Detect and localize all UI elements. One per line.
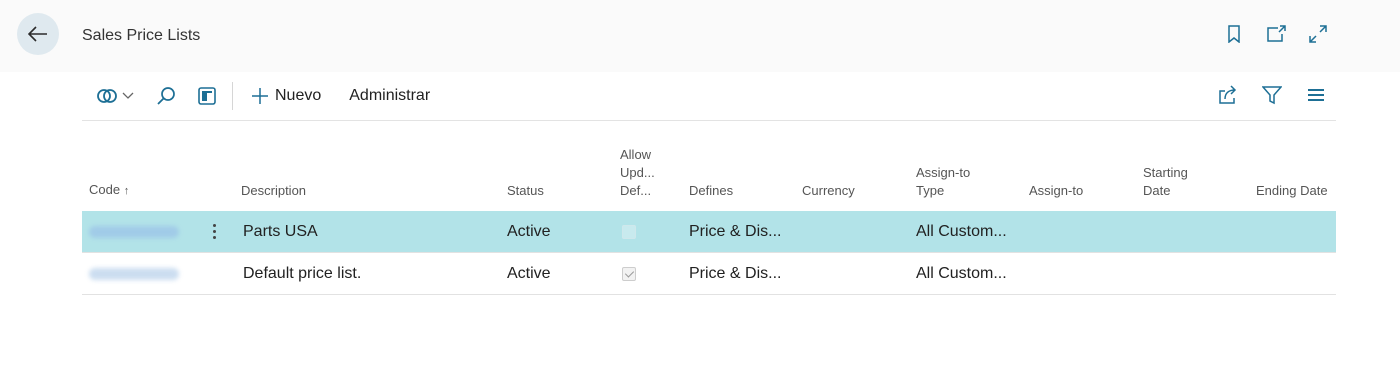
show-columns-button[interactable] — [1306, 85, 1326, 105]
more-options-icon — [209, 224, 219, 239]
copilot-menu-button[interactable] — [96, 87, 134, 105]
bookmark-button[interactable] — [1224, 24, 1244, 44]
open-new-window-icon — [1267, 25, 1286, 42]
column-header-assign-to-type[interactable]: Assign-to Type — [916, 164, 970, 200]
filter-icon — [1262, 86, 1282, 105]
description-cell[interactable]: Parts USA — [243, 211, 318, 252]
description-cell[interactable]: Default price list. — [243, 253, 361, 294]
manage-button-label: Administrar — [349, 87, 431, 104]
allow-update-checkbox[interactable] — [622, 211, 636, 252]
column-header-currency[interactable]: Currency — [802, 182, 855, 200]
redacted-code — [89, 225, 179, 238]
bookmark-icon — [1228, 25, 1240, 43]
sort-ascending-icon: ↑ — [123, 185, 130, 197]
back-arrow-icon — [28, 26, 47, 42]
new-button-label: Nuevo — [275, 87, 322, 104]
new-button[interactable]: Nuevo — [251, 87, 321, 105]
table-row[interactable]: Default price list. Active Price & Dis..… — [82, 253, 1336, 295]
search-icon — [157, 87, 175, 105]
assign-to-type-cell[interactable]: All Custom... — [916, 211, 1007, 252]
column-header-assign-to[interactable]: Assign-to — [1029, 182, 1083, 200]
open-new-window-button[interactable] — [1266, 24, 1286, 44]
grid-header: Code ↑ Description Status Allow Upd... D… — [82, 132, 1336, 211]
column-header-description[interactable]: Description — [241, 182, 306, 200]
back-button[interactable] — [17, 13, 59, 55]
assign-to-type-cell[interactable]: All Custom... — [916, 253, 1007, 294]
column-header-defines[interactable]: Defines — [689, 182, 733, 200]
search-button[interactable] — [156, 86, 176, 106]
filter-button[interactable] — [1262, 85, 1282, 105]
column-header-allow-update[interactable]: Allow Upd... Def... — [620, 146, 655, 200]
defines-cell[interactable]: Price & Dis... — [689, 211, 781, 252]
copilot-icon — [97, 89, 117, 103]
column-header-starting-date[interactable]: Starting Date — [1143, 164, 1188, 200]
list-view-icon — [198, 87, 216, 105]
price-list-grid: Code ↑ Description Status Allow Upd... D… — [82, 132, 1336, 295]
action-bar: Nuevo Administrar — [82, 72, 1336, 121]
page-title: Sales Price Lists — [82, 27, 201, 44]
expand-icon — [1309, 25, 1327, 43]
column-header-ending-date[interactable]: Ending Date — [1256, 182, 1328, 200]
page-header: Sales Price Lists — [0, 0, 1400, 72]
manage-menu-button[interactable]: Administrar — [349, 87, 430, 105]
defines-cell[interactable]: Price & Dis... — [689, 253, 781, 294]
row-actions-button[interactable] — [209, 211, 219, 252]
list-view-button[interactable] — [198, 87, 216, 105]
column-header-status[interactable]: Status — [507, 182, 544, 200]
column-header-code[interactable]: Code ↑ — [89, 181, 129, 200]
chevron-down-icon — [122, 92, 134, 99]
allow-update-checkbox[interactable] — [622, 253, 636, 294]
share-icon — [1219, 85, 1237, 104]
share-button[interactable] — [1218, 85, 1238, 105]
status-cell[interactable]: Active — [507, 211, 551, 252]
code-cell[interactable] — [89, 211, 179, 252]
list-card: Nuevo Administrar Code ↑ Description Sta… — [0, 72, 1400, 389]
redacted-code — [89, 267, 179, 280]
table-row[interactable]: Parts USA Active Price & Dis... All Cust… — [82, 211, 1336, 253]
plus-icon — [252, 88, 268, 104]
expand-button[interactable] — [1308, 24, 1328, 44]
code-cell[interactable] — [89, 253, 179, 294]
columns-icon — [1308, 89, 1324, 101]
toolbar-separator — [232, 82, 233, 110]
status-cell[interactable]: Active — [507, 253, 551, 294]
